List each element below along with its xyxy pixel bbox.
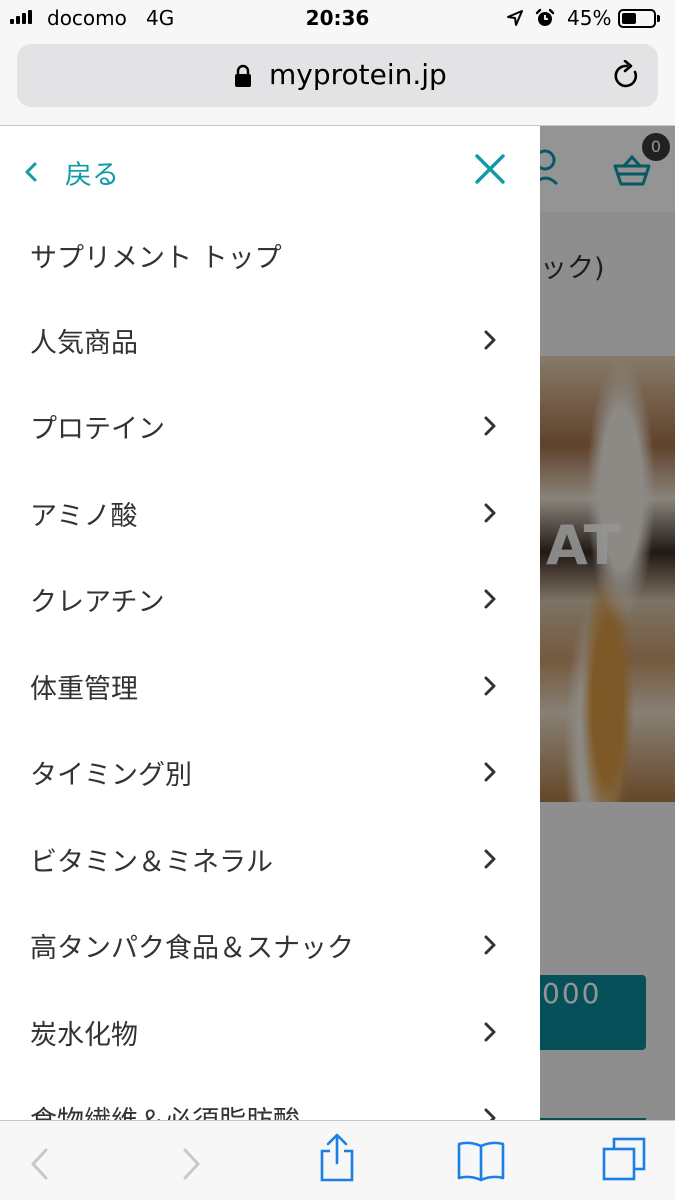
battery-icon xyxy=(618,9,656,28)
menu-item-label: 体重管理 xyxy=(30,673,138,705)
chevron-right-icon xyxy=(484,1108,496,1120)
menu-item[interactable]: 人気商品 xyxy=(0,297,540,384)
address-bar[interactable]: myprotein.jp xyxy=(17,44,658,107)
navigation-drawer: 戻る サプリメント トップ 人気商品プロテインアミノ酸クレアチン体重管理タイミング… xyxy=(0,126,540,1120)
drawer-header: 戻る xyxy=(0,126,540,212)
menu-item[interactable]: タイミング別 xyxy=(0,729,540,816)
menu-item[interactable]: ビタミン＆ミネラル xyxy=(0,816,540,903)
battery-cap xyxy=(657,15,660,22)
lock-icon xyxy=(235,64,251,87)
browser-toolbar xyxy=(0,1120,675,1200)
menu-item[interactable]: クレアチン xyxy=(0,556,540,643)
menu-item-label: 高タンパク食品＆スナック xyxy=(30,933,354,964)
menu-item[interactable]: 炭水化物 xyxy=(0,989,540,1076)
chevron-right-icon xyxy=(484,330,496,349)
chevron-right-icon xyxy=(484,676,496,695)
alarm-clock-icon xyxy=(535,8,555,26)
back-nav-icon[interactable] xyxy=(29,1147,51,1181)
chevron-right-icon xyxy=(484,762,496,782)
status-bar: docomo 4G 20:36 45% xyxy=(0,0,675,38)
chevron-right-icon xyxy=(484,416,496,436)
url-text[interactable]: myprotein.jp xyxy=(269,58,447,91)
menu-item-label: クレアチン xyxy=(30,587,165,618)
menu-item[interactable]: 体重管理 xyxy=(0,643,540,730)
menu-item-label: ビタミン＆ミネラル xyxy=(30,846,273,878)
back-button[interactable]: 戻る xyxy=(24,152,119,192)
back-label: 戻る xyxy=(65,159,119,191)
close-icon[interactable] xyxy=(473,152,507,186)
tabs-icon[interactable] xyxy=(600,1135,648,1183)
category-menu: サプリメント トップ 人気商品プロテインアミノ酸クレアチン体重管理タイミング別ビタ… xyxy=(0,210,540,1120)
chevron-left-icon xyxy=(25,162,37,182)
bookmarks-icon[interactable] xyxy=(456,1139,506,1183)
reload-icon[interactable] xyxy=(612,60,642,92)
battery-percent: 45% xyxy=(567,6,612,30)
share-icon[interactable] xyxy=(317,1133,357,1183)
menu-item[interactable]: 食物繊維＆必須脂肪酸 xyxy=(0,1075,540,1120)
menu-item-label: プロテイン xyxy=(30,414,165,445)
menu-item-label: タイミング別 xyxy=(30,760,192,791)
browser-address-area: myprotein.jp xyxy=(0,38,675,126)
menu-item[interactable]: 高タンパク食品＆スナック xyxy=(0,902,540,989)
location-arrow-icon xyxy=(507,10,523,26)
menu-item[interactable]: プロテイン xyxy=(0,383,540,470)
menu-item[interactable]: アミノ酸 xyxy=(0,470,540,557)
chevron-right-icon xyxy=(484,503,496,522)
menu-item[interactable]: サプリメント トップ xyxy=(0,210,540,297)
menu-item-label: 炭水化物 xyxy=(30,1019,138,1051)
menu-item-label: アミノ酸 xyxy=(30,500,138,532)
chevron-right-icon xyxy=(484,849,496,868)
chevron-right-icon xyxy=(484,589,496,609)
menu-item-label: 食物繊維＆必須脂肪酸 xyxy=(30,1099,300,1120)
menu-item-label: サプリメント トップ xyxy=(30,243,282,274)
chevron-right-icon xyxy=(484,935,496,955)
chevron-right-icon xyxy=(484,1022,496,1041)
menu-item-label: 人気商品 xyxy=(30,327,138,359)
forward-nav-icon[interactable] xyxy=(180,1147,202,1181)
